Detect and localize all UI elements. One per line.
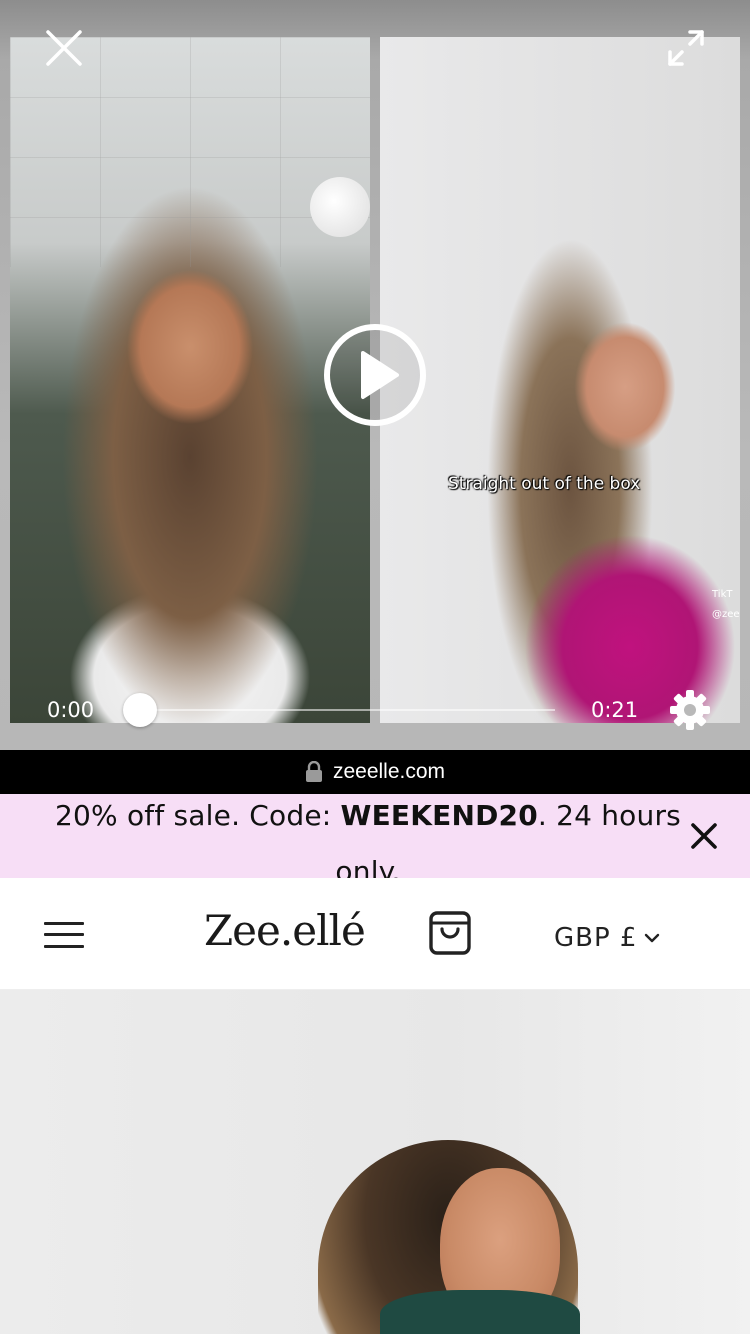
video-frame-right: TikT @zee xyxy=(380,37,740,723)
lock-icon xyxy=(305,761,322,782)
site-logo[interactable]: Zee.ellé xyxy=(204,904,366,958)
chevron-down-icon xyxy=(645,933,660,943)
promo-close-icon[interactable] xyxy=(688,820,720,852)
close-icon[interactable] xyxy=(44,28,84,68)
hero-product-image[interactable] xyxy=(0,990,750,1334)
expand-icon[interactable] xyxy=(666,28,706,68)
ceiling-background xyxy=(10,37,370,267)
pendant-lamp xyxy=(310,177,370,237)
shopping-bag-icon[interactable] xyxy=(428,909,472,957)
url-text: zeeelle.com xyxy=(332,760,446,783)
hero-scene xyxy=(0,990,750,1334)
video-current-time: 0:00 xyxy=(47,698,95,722)
video-scrubber-knob[interactable] xyxy=(123,693,157,727)
hamburger-icon[interactable] xyxy=(44,920,84,950)
play-icon[interactable] xyxy=(323,323,427,427)
currency-selector[interactable]: GBP £ xyxy=(554,918,661,958)
gear-icon[interactable] xyxy=(668,688,712,732)
tiktok-watermark-brand: TikT xyxy=(712,589,733,600)
promo-code: WEEKEND20 xyxy=(340,799,538,832)
promo-text-before: 20% off sale. Code: xyxy=(55,799,341,832)
video-progress-track[interactable] xyxy=(140,709,555,711)
tiktok-watermark: TikT @zee xyxy=(712,585,740,655)
video-overlay: TikT @zee Straight out of the box 0:00 0… xyxy=(0,0,750,750)
video-frame-left xyxy=(10,37,370,723)
hero-model-top xyxy=(380,1290,580,1334)
video-total-time: 0:21 xyxy=(591,698,639,722)
promo-banner: 20% off sale. Code: WEEKEND20. 24 hours … xyxy=(0,794,750,888)
video-caption: Straight out of the box xyxy=(448,474,641,494)
currency-label: GBP £ xyxy=(554,923,638,953)
tiktok-watermark-handle: @zee xyxy=(712,609,740,620)
